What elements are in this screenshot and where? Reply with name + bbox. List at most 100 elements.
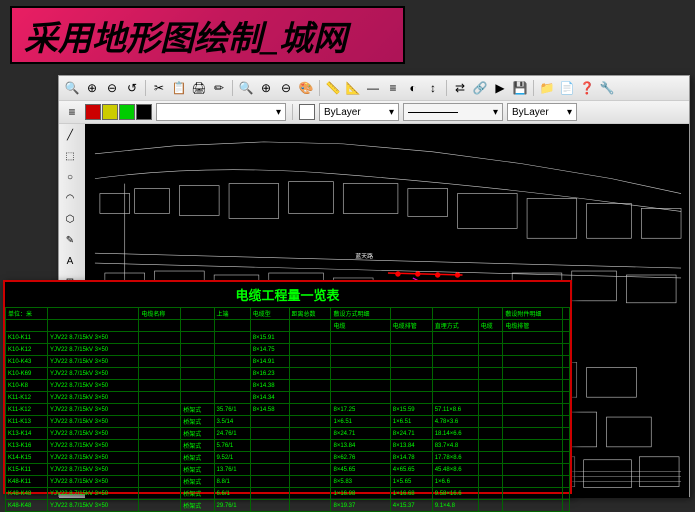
table-cell: [562, 488, 569, 500]
layer-dropdown[interactable]: ▾: [156, 103, 286, 121]
table-cell: [289, 488, 331, 500]
toolbar-icon-22[interactable]: 📁: [538, 79, 556, 97]
swatch-0[interactable]: [85, 104, 101, 120]
toolbar-icon-6[interactable]: 🖨: [190, 79, 208, 97]
table-cell: K13-K14: [6, 428, 48, 440]
color-swatch[interactable]: [299, 104, 315, 120]
swatch-3[interactable]: [136, 104, 152, 120]
table-cell: 1×16.98: [331, 488, 390, 500]
table-header: [562, 308, 569, 320]
swatch-1[interactable]: [102, 104, 118, 120]
table-cell: [432, 344, 478, 356]
toolbar-icon-19[interactable]: 🔗: [471, 79, 489, 97]
table-cell: [289, 368, 331, 380]
table-cell: [139, 428, 181, 440]
table-subheader: 电缆排管: [503, 320, 562, 332]
toolbar-icon-5[interactable]: 📋: [170, 79, 188, 97]
table-cell: [478, 380, 503, 392]
table-cell: [250, 500, 289, 512]
table-cell: [289, 464, 331, 476]
toolbar-icon-17[interactable]: ↕: [424, 79, 442, 97]
toolbar-icon-4[interactable]: ✂: [150, 79, 168, 97]
toolbar-icon-0[interactable]: 🔍: [63, 79, 81, 97]
table-cell: [478, 404, 503, 416]
table-cell: [139, 500, 181, 512]
draw-tool-5[interactable]: ✎: [61, 231, 79, 249]
toolbar-icon-8[interactable]: 🔍: [237, 79, 255, 97]
layer-toolbar: ≡ ▾ ByLayer▾ ▾ ByLayer▾: [59, 101, 689, 124]
table-header: 敷设方式明细: [331, 308, 390, 320]
slide-title: 采用地形图绘制_城网: [24, 11, 347, 60]
table-cell: [139, 416, 181, 428]
table-cell: [289, 500, 331, 512]
draw-tool-2[interactable]: ○: [61, 168, 79, 186]
table-cell: 1×6.6: [432, 476, 478, 488]
toolbar-icon-11[interactable]: 🎨: [297, 79, 315, 97]
table-cell: 桥架式: [181, 464, 214, 476]
table-cell: 83.7×4.8: [432, 440, 478, 452]
table-cell: 8×14.58: [250, 404, 289, 416]
table-cell: YJV22 8.7/15kV 3×50: [47, 488, 138, 500]
table-cell: [390, 332, 432, 344]
layer-icon[interactable]: ≡: [63, 103, 81, 121]
swatch-2[interactable]: [119, 104, 135, 120]
linetype-dropdown[interactable]: ▾: [403, 103, 503, 121]
table-cell: [181, 368, 214, 380]
table-cell: YJV22 8.7/15kV 3×50: [47, 476, 138, 488]
table-cell: [390, 356, 432, 368]
draw-tool-6[interactable]: A: [61, 252, 79, 270]
toolbar-icon-1[interactable]: ⊕: [83, 79, 101, 97]
toolbar-icon-2[interactable]: ⊖: [103, 79, 121, 97]
draw-tool-3[interactable]: ◠: [61, 189, 79, 207]
table-cell: 3.5/14: [214, 416, 250, 428]
toolbar-icon-25[interactable]: 🔧: [598, 79, 616, 97]
table-cell: YJV22 8.7/15kV 3×50: [47, 368, 138, 380]
table-header: [390, 308, 432, 320]
toolbar-icon-10[interactable]: ⊖: [277, 79, 295, 97]
table-cell: [139, 464, 181, 476]
draw-tool-4[interactable]: ⬡: [61, 210, 79, 228]
table-cell: [250, 428, 289, 440]
table-cell: [432, 392, 478, 404]
table-cell: [503, 428, 562, 440]
table-cell: 45.48×8.6: [432, 464, 478, 476]
table-subheader: [181, 320, 214, 332]
table-cell: [214, 392, 250, 404]
table-header: [478, 308, 503, 320]
toolbar-icon-20[interactable]: ▶: [491, 79, 509, 97]
toolbar-icon-9[interactable]: ⊕: [257, 79, 275, 97]
toolbar-icon-23[interactable]: 📄: [558, 79, 576, 97]
table-cell: [503, 452, 562, 464]
table-row: K11-K13YJV22 8.7/15kV 3×50桥架式3.5/141×6.5…: [6, 416, 570, 428]
table-row: K13-K14YJV22 8.7/15kV 3×50桥架式24.76/18×24…: [6, 428, 570, 440]
table-cell: [478, 392, 503, 404]
toolbar-icon-12[interactable]: 📏: [324, 79, 342, 97]
table-cell: 8×14.38: [250, 380, 289, 392]
table-cell: [390, 344, 432, 356]
toolbar-icon-24[interactable]: ❓: [578, 79, 596, 97]
table-cell: YJV22 8.7/15kV 3×50: [47, 416, 138, 428]
table-cell: [139, 356, 181, 368]
table-cell: [478, 488, 503, 500]
color-dropdown[interactable]: ByLayer▾: [319, 103, 399, 121]
toolbar-icon-16[interactable]: ◐: [404, 79, 422, 97]
table-cell: K10-K43: [6, 356, 48, 368]
table-cell: K13-K16: [6, 440, 48, 452]
table-cell: [181, 392, 214, 404]
toolbar-icon-13[interactable]: 📐: [344, 79, 362, 97]
toolbar-icon-7[interactable]: ✏: [210, 79, 228, 97]
table-cell: 4×65.65: [390, 464, 432, 476]
draw-tool-0[interactable]: ╱: [61, 126, 79, 144]
table-cell: [289, 440, 331, 452]
table-cell: [503, 332, 562, 344]
table-row: K10-K69YJV22 8.7/15kV 3×508×16.23: [6, 368, 570, 380]
draw-tool-1[interactable]: ⬚: [61, 147, 79, 165]
toolbar-icon-18[interactable]: ⇄: [451, 79, 469, 97]
toolbar-icon-14[interactable]: —: [364, 79, 382, 97]
table-cell: 24.76/1: [214, 428, 250, 440]
toolbar-icon-15[interactable]: ≡: [384, 79, 402, 97]
table-cell: [503, 416, 562, 428]
lineweight-dropdown[interactable]: ByLayer▾: [507, 103, 577, 121]
toolbar-icon-21[interactable]: 💾: [511, 79, 529, 97]
toolbar-icon-3[interactable]: ↺: [123, 79, 141, 97]
